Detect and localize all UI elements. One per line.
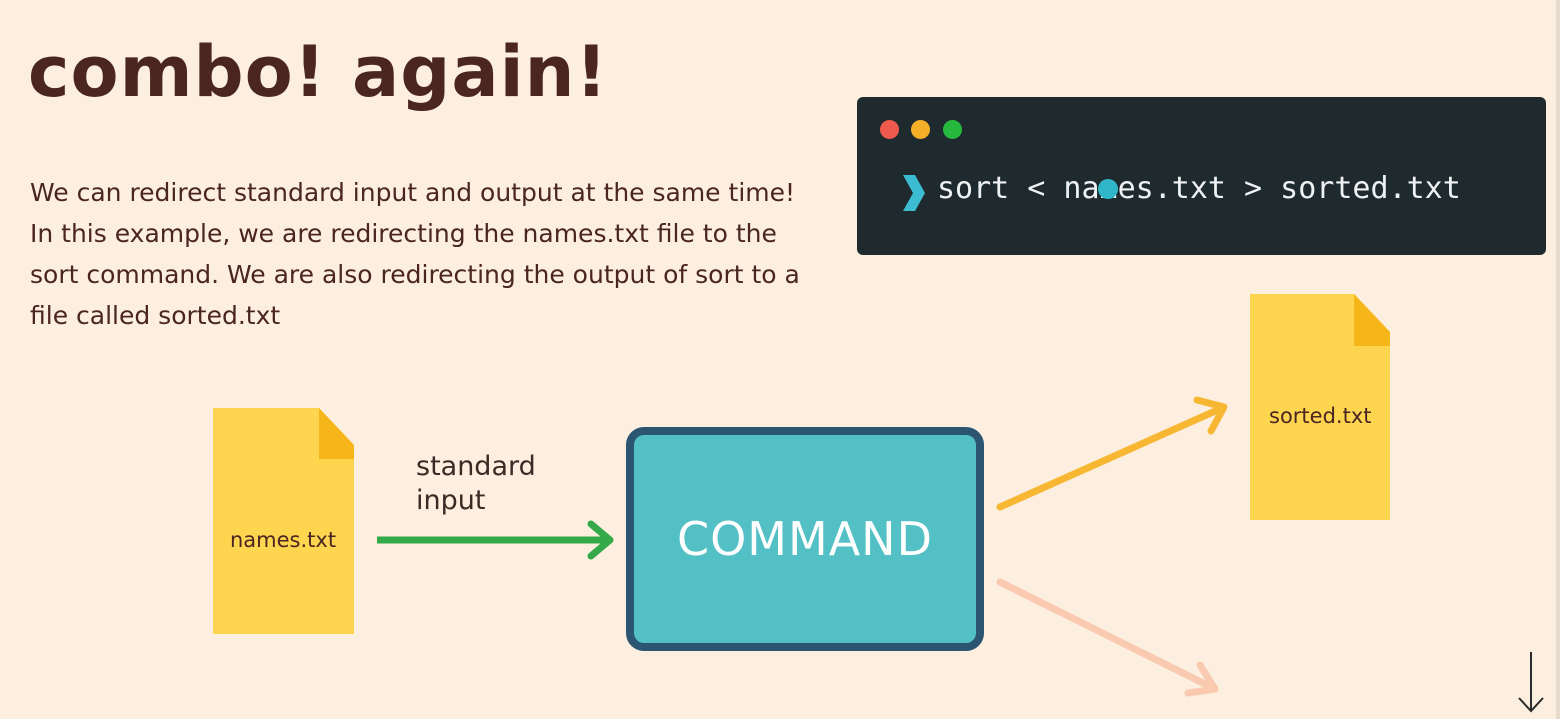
standard-output-arrow (996, 396, 1228, 511)
command-label: COMMAND (676, 512, 933, 566)
arrow-down-icon[interactable] (1518, 652, 1544, 713)
output-file-label: sorted.txt (1269, 404, 1372, 428)
standard-input-arrow (377, 520, 614, 560)
standard-input-label: standard input (416, 451, 536, 516)
names-file-icon (213, 408, 354, 634)
input-file-label: names.txt (230, 528, 337, 552)
command-box: COMMAND (626, 427, 984, 651)
standard-error-arrow (996, 578, 1219, 697)
